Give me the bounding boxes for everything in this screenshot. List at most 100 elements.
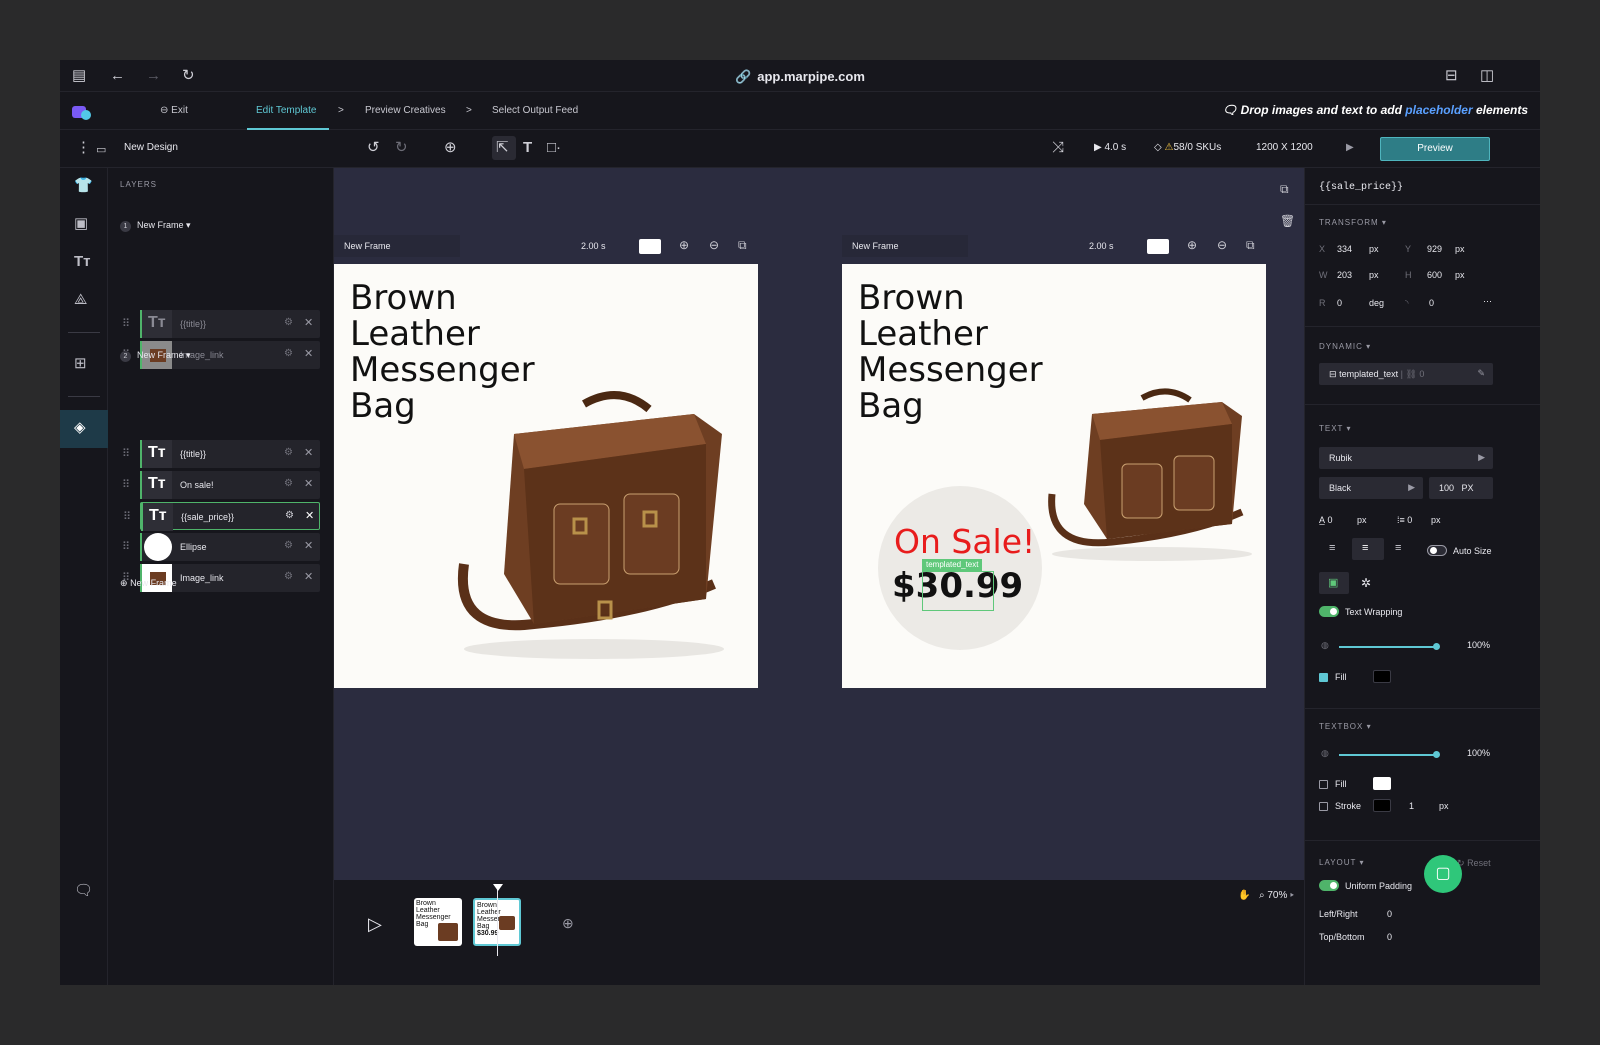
frame-name-field[interactable]: New Frame	[334, 235, 460, 257]
textbox-opacity-slider[interactable]	[1339, 751, 1440, 758]
h-value[interactable]: 600	[1427, 270, 1442, 280]
settings-icon[interactable]: ⚙	[284, 447, 293, 458]
auto-size-toggle[interactable]	[1427, 545, 1447, 556]
textbox-header[interactable]: TEXTBOX ▾	[1319, 722, 1372, 731]
close-icon[interactable]: ✕	[304, 539, 313, 552]
layers-icon[interactable]: ◈	[74, 420, 86, 436]
tab-select-output-feed[interactable]: Select Output Feed	[492, 105, 578, 116]
frame-1-artboard[interactable]: Brown Leather Messenger Bag	[334, 264, 758, 688]
duplicate-frame-icon[interactable]: ⧉	[1246, 238, 1255, 253]
left-right-value[interactable]: 0	[1387, 909, 1392, 919]
tab-edit-template[interactable]: Edit Template	[256, 105, 316, 116]
fit-mode-active[interactable]: ▣	[1319, 572, 1349, 594]
bag-image-small[interactable]	[1042, 384, 1257, 564]
hand-icon[interactable]: ✋	[1238, 890, 1250, 901]
text-wrapping-toggle[interactable]	[1319, 606, 1339, 617]
close-icon[interactable]: ✕	[304, 316, 313, 329]
frame-2-artboard[interactable]: Brown Leather Messenger Bag On Sale! $30…	[842, 264, 1266, 688]
text-fill-swatch[interactable]	[1373, 670, 1391, 683]
close-icon[interactable]: ✕	[304, 347, 313, 360]
frame-duration[interactable]: 2.00 s	[1089, 241, 1114, 251]
canvas-area[interactable]: ⧉ 🗑 New Frame 2.00 s ⊕ ⊖ ⧉ Brown Leather…	[334, 168, 1304, 880]
x-value[interactable]: 334	[1337, 244, 1352, 254]
settings-icon[interactable]: ⚙	[285, 510, 294, 521]
address-bar[interactable]: 🔗 app.marpipe.com	[60, 69, 1540, 85]
redo-icon[interactable]: ↻	[395, 140, 408, 156]
apps-grid-icon[interactable]: ⊞	[74, 356, 87, 372]
add-frame-icon[interactable]: ⊕	[562, 915, 574, 932]
textbox-stroke-swatch[interactable]	[1373, 799, 1391, 812]
shuffle-icon[interactable]: ⤨	[1052, 140, 1064, 156]
layout-header[interactable]: LAYOUT ▾	[1319, 858, 1365, 867]
frame-title[interactable]: Brown Leather Messenger Bag	[858, 280, 1043, 424]
rotation-value[interactable]: 0	[1337, 298, 1342, 308]
settings-icon[interactable]: ⚙	[284, 317, 293, 328]
layer-row[interactable]: ⠿ Tт On sale! ⚙ ✕	[122, 471, 320, 499]
layer-row[interactable]: ⠿ Tт {{title}} ⚙ ✕	[122, 440, 320, 468]
frame-1-header[interactable]: 1 New Frame ▾	[120, 220, 191, 232]
edit-icon[interactable]: ✎	[1477, 368, 1485, 379]
image-icon[interactable]: ▣	[74, 216, 88, 232]
settings-icon[interactable]: ⚙	[284, 540, 293, 551]
frame-bg-swatch[interactable]	[1147, 239, 1169, 254]
timeline-frame-1[interactable]: Brown Leather Messenger Bag	[414, 898, 462, 946]
feedback-icon[interactable]: 🗨	[74, 883, 93, 899]
sku-status[interactable]: ◇ ⚠58/0 SKUs	[1154, 142, 1221, 153]
uniform-padding-toggle[interactable]	[1319, 880, 1339, 891]
trash-icon[interactable]: 🗑	[1280, 214, 1295, 228]
align-center-icon[interactable]: ≡	[1362, 542, 1368, 554]
dynamic-field[interactable]: ⊟ templated_text | ⛓ 0 ✎	[1319, 363, 1493, 385]
duplicate-frame-icon[interactable]: ⧉	[738, 238, 747, 253]
text-icon[interactable]: Tт	[74, 254, 91, 270]
design-name[interactable]: New Design	[124, 142, 178, 153]
line-height[interactable]: ⁞≡ 0	[1397, 515, 1412, 525]
close-icon[interactable]: ✕	[305, 509, 314, 522]
frame-name-field[interactable]: New Frame	[842, 235, 968, 257]
font-family-select[interactable]: Rubik ▶	[1319, 447, 1493, 469]
frame-2-header[interactable]: 2 New Frame ▾	[120, 350, 191, 362]
zoom-expand-icon[interactable]: ▸	[1290, 890, 1294, 901]
zoom-out-icon[interactable]: ⊖	[1217, 238, 1227, 252]
chat-launcher-icon[interactable]: ▢	[1424, 855, 1462, 893]
product-icon[interactable]: 👕	[74, 178, 93, 194]
selection-box[interactable]	[922, 571, 994, 611]
close-icon[interactable]: ✕	[304, 446, 313, 459]
text-opacity-value[interactable]: 100%	[1467, 640, 1490, 650]
drag-handle-icon[interactable]: ⠿	[123, 510, 131, 523]
textbox-fill-swatch[interactable]	[1373, 777, 1391, 790]
zoom-in-icon[interactable]: ⊕	[679, 238, 689, 252]
letter-spacing[interactable]: A̲ 0	[1319, 515, 1333, 525]
text-fill-checkbox[interactable]	[1319, 673, 1328, 682]
w-value[interactable]: 203	[1337, 270, 1352, 280]
textbox-opacity-value[interactable]: 100%	[1467, 748, 1490, 758]
frame-bg-swatch[interactable]	[639, 239, 661, 254]
canvas-size[interactable]: 1200 X 1200	[1256, 142, 1313, 153]
zoom-in-icon[interactable]: ⊕	[1187, 238, 1197, 252]
dynamic-header[interactable]: DYNAMIC ▾	[1319, 342, 1371, 351]
settings-icon[interactable]: ⚙	[284, 478, 293, 489]
settings-icon[interactable]: ⚙	[284, 348, 293, 359]
duplicate-icon[interactable]: ⧉	[1280, 182, 1289, 197]
layer-row[interactable]: ⠿ Tт {{title}} ⚙ ✕	[122, 310, 320, 338]
zoom-control[interactable]: ✋ ⌕ 70% ▸	[1238, 890, 1294, 901]
size-expand-icon[interactable]: ▶	[1346, 142, 1354, 153]
split-view-icon[interactable]: ◫	[1480, 68, 1494, 84]
drag-handle-icon[interactable]: ⠿	[122, 317, 130, 330]
bag-image[interactable]	[444, 384, 734, 664]
settings-icon[interactable]: ⚙	[284, 571, 293, 582]
corner-radius-value[interactable]: 0	[1429, 298, 1434, 308]
reset-button[interactable]: ↻ Reset	[1457, 858, 1491, 869]
textbox-stroke-checkbox[interactable]	[1319, 802, 1328, 811]
frame-duration[interactable]: 2.00 s	[581, 241, 606, 251]
extensions-icon[interactable]: ⊟	[1445, 68, 1458, 84]
playhead[interactable]	[493, 884, 503, 956]
marpipe-logo[interactable]	[72, 102, 94, 120]
drag-handle-icon[interactable]: ⠿	[122, 540, 130, 553]
stroke-width-value[interactable]: 1	[1409, 801, 1414, 811]
pointer-tool-icon[interactable]: ⇱	[496, 140, 509, 156]
layer-row-selected[interactable]: ⠿ Tт {{sale_price}} ⚙ ✕	[123, 502, 320, 531]
close-icon[interactable]: ✕	[304, 477, 313, 490]
align-left-icon[interactable]: ≡	[1329, 542, 1335, 554]
more-vertical-icon[interactable]: ⋮	[76, 140, 91, 156]
font-weight-select[interactable]: Black ▶	[1319, 477, 1423, 499]
